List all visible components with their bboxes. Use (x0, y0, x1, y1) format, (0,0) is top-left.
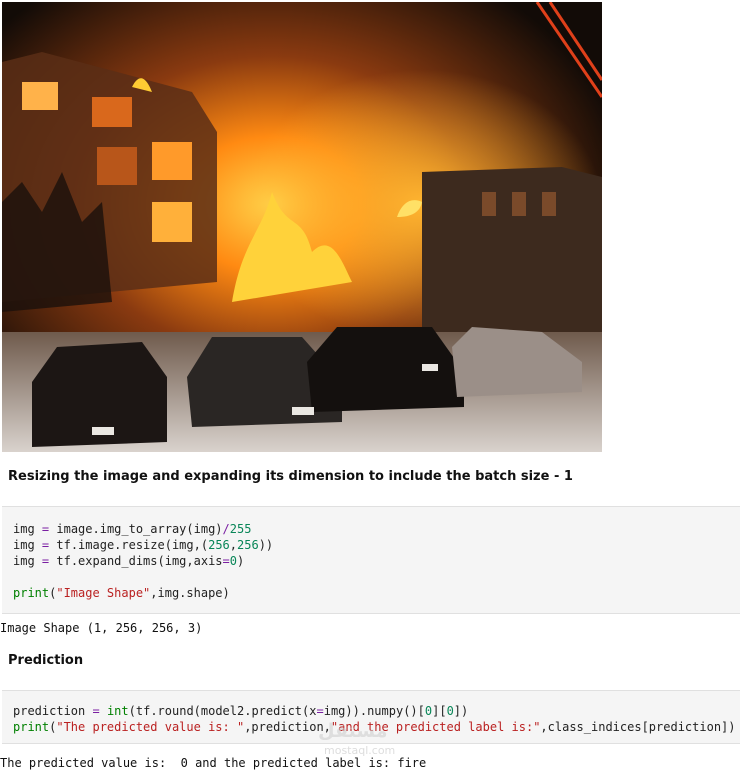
markdown-heading-resize: Resizing the image and expanding its dim… (8, 469, 573, 484)
fire-photo (2, 2, 602, 452)
code-line-pred-1: prediction = int(tf.round(model2.predict… (13, 704, 469, 718)
code-line-1: img = image.img_to_array(img)/255 (13, 522, 252, 536)
cell-output-shape: Image Shape (1, 256, 256, 3) (0, 621, 203, 635)
markdown-heading-prediction: Prediction (8, 653, 84, 668)
code-line-5: print("Image Shape",img.shape) (13, 586, 230, 600)
cell-output-prediction: The predicted value is: 0 and the predic… (0, 756, 427, 770)
code-cell-resize[interactable]: img = image.img_to_array(img)/255 img = … (2, 506, 740, 614)
code-line-3: img = tf.expand_dims(img,axis=0) (13, 554, 245, 568)
code-block-resize: img = image.img_to_array(img)/255 img = … (13, 521, 273, 601)
code-line-2: img = tf.image.resize(img,(256,256)) (13, 538, 274, 552)
watermark-logo: مستقل (318, 720, 388, 742)
